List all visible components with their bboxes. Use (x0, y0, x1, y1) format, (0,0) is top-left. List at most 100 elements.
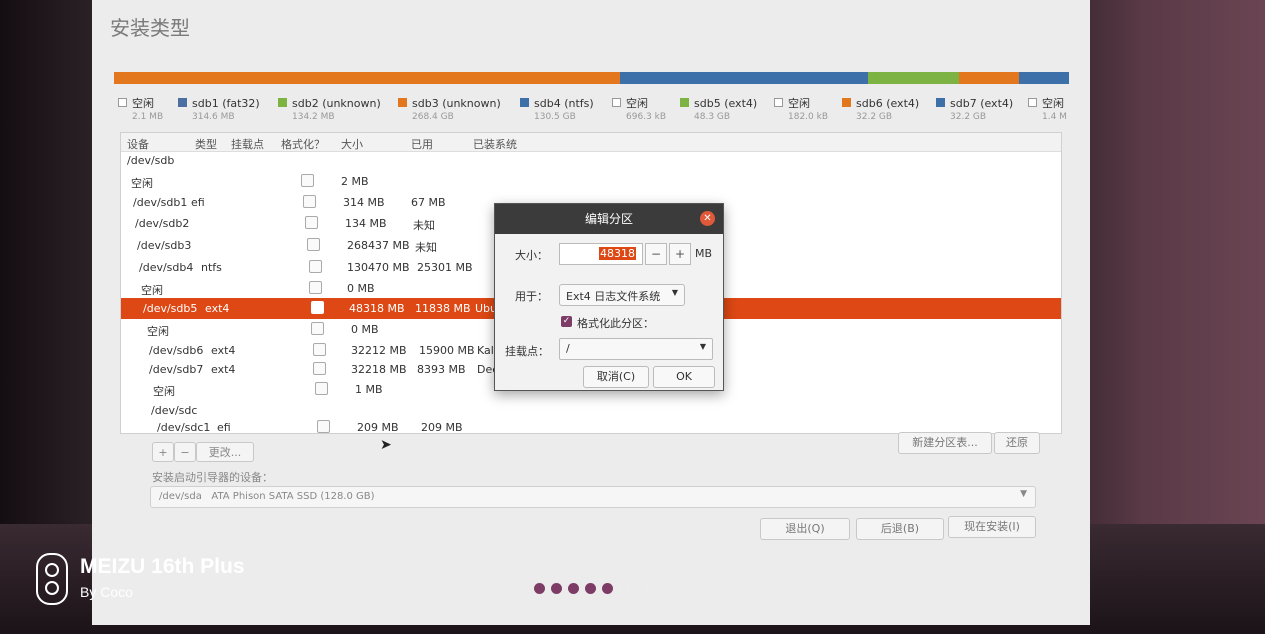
legend-item: 空闲 1.4 M (1028, 92, 1067, 122)
format-checkbox[interactable] (313, 343, 326, 356)
chevron-down-icon: ▼ (1020, 489, 1027, 499)
legend-item: sdb1 (fat32) 314.6 MB (178, 92, 260, 122)
format-checkbox[interactable] (303, 195, 316, 208)
format-checkbox[interactable] (309, 260, 322, 273)
cell-device: /dev/sdb3 (137, 239, 192, 252)
boot-loader-select[interactable]: /dev/sda ATA Phison SATA SSD (128.0 GB) … (150, 486, 1036, 508)
cell-used: 未知 (415, 241, 437, 254)
legend-swatch (178, 98, 187, 107)
format-checkbox[interactable] (311, 322, 324, 335)
cell-type: ext4 (211, 363, 236, 376)
format-checkbox[interactable] (309, 281, 322, 294)
cell-device: /dev/sdb5 (143, 302, 198, 315)
legend-size: 2.1 MB (132, 112, 164, 122)
cell-used: 11838 MB (415, 302, 471, 315)
cell-device: /dev/sdb2 (135, 217, 190, 230)
cell-used: 15900 MB (419, 344, 475, 357)
legend-size: 134.2 MB (292, 112, 335, 122)
cell-size: 32218 MB (351, 363, 407, 376)
partition-bar (114, 72, 1069, 84)
legend-name: 空闲 (626, 97, 648, 110)
close-icon[interactable]: ✕ (700, 211, 715, 226)
boot-device-text: /dev/sda ATA Phison SATA SSD (128.0 GB) (159, 491, 375, 502)
legend-swatch (118, 98, 127, 107)
size-label: 大小： (515, 249, 548, 262)
new-partition-table-button[interactable]: 新建分区表... (898, 432, 992, 454)
install-now-button[interactable]: 现在安装(I) (948, 516, 1036, 538)
cell-device: /dev/sdb4 (139, 261, 194, 274)
cell-size: 0 MB (351, 323, 379, 336)
progress-dot-done (585, 583, 596, 594)
ok-button[interactable]: OK (653, 366, 715, 388)
size-unit: MB (695, 247, 713, 260)
table-row[interactable]: /dev/sdb (121, 150, 1061, 171)
boot-device: /dev/sda (159, 491, 202, 502)
use-as-select[interactable]: Ext4 日志文件系统 ▼ (559, 284, 685, 306)
legend-item: 空闲 2.1 MB (118, 92, 163, 122)
legend-swatch (612, 98, 621, 107)
camera-icon (36, 553, 68, 605)
size-decrement-button[interactable]: − (645, 243, 667, 265)
watermark-sub: By Coco (80, 584, 133, 600)
quit-button[interactable]: 退出(Q) (760, 518, 850, 540)
cell-device: /dev/sdc (151, 404, 198, 417)
use-as-label: 用于： (515, 290, 548, 303)
legend-name: 空闲 (1042, 97, 1064, 110)
watermark-brand: MEIZU 16th Plus (80, 555, 245, 578)
progress-dot-pending (619, 583, 630, 594)
format-checkbox[interactable] (311, 301, 324, 314)
legend-size: 182.0 kB (788, 112, 829, 122)
legend-swatch (774, 98, 783, 107)
format-checkbox[interactable] (315, 382, 328, 395)
cell-device: /dev/sdb7 (149, 363, 204, 376)
legend-size: 32.2 GB (950, 112, 987, 122)
format-checkbox[interactable] (301, 174, 314, 187)
camera-watermark: MEIZU 16th Plus By Coco (36, 553, 266, 609)
cancel-button[interactable]: 取消(C) (583, 366, 649, 388)
cell-used: 8393 MB (417, 363, 466, 376)
legend-size: 268.4 GB (412, 112, 454, 122)
cell-used: 25301 MB (417, 261, 473, 274)
cell-size: 48318 MB (349, 302, 405, 315)
cell-type: ext4 (211, 344, 236, 357)
format-checkbox[interactable] (305, 216, 318, 229)
add-partition-button[interactable]: + (152, 442, 174, 462)
use-as-value: Ext4 日志文件系统 (566, 290, 661, 303)
size-value: 48318 (599, 247, 636, 260)
partition-bar-seg-sdb5 (868, 72, 960, 84)
format-checkbox[interactable] (317, 420, 330, 433)
mount-point-combo[interactable]: / ▼ (559, 338, 713, 360)
back-button[interactable]: 后退(B) (856, 518, 944, 540)
cell-device: 空闲 (153, 385, 175, 398)
dialog-title: 编辑分区 (495, 204, 723, 234)
cell-used: 67 MB (411, 196, 446, 209)
legend-swatch (278, 98, 287, 107)
mouse-pointer-icon: ➤ (380, 437, 392, 453)
format-checkbox[interactable] (313, 362, 326, 375)
cell-type: efi (217, 421, 231, 434)
legend-name: sdb4 (ntfs) (534, 97, 594, 110)
legend-name: sdb7 (ext4) (950, 97, 1014, 110)
legend-size: 48.3 GB (694, 112, 731, 122)
remove-partition-button[interactable]: − (174, 442, 196, 462)
legend-item: sdb3 (unknown) 268.4 GB (398, 92, 501, 122)
size-input[interactable]: 48318 (559, 243, 643, 265)
size-increment-button[interactable]: + (669, 243, 691, 265)
format-checkbox[interactable] (307, 238, 320, 251)
cell-type: ext4 (205, 302, 230, 315)
legend-name: sdb3 (unknown) (412, 97, 501, 110)
table-row[interactable]: 空闲 2 MB (121, 171, 1061, 192)
cell-size: 130470 MB (347, 261, 410, 274)
legend-name: 空闲 (132, 97, 154, 110)
format-partition-checkbox[interactable]: ✓ (561, 316, 572, 327)
legend-swatch (842, 98, 851, 107)
revert-button[interactable]: 还原 (994, 432, 1040, 454)
legend-size: 32.2 GB (856, 112, 893, 122)
progress-dot-pending (636, 583, 647, 594)
change-partition-button[interactable]: 更改... (196, 442, 254, 462)
legend-swatch (680, 98, 689, 107)
edit-partition-dialog: 编辑分区 ✕ 大小： 48318 − + MB 用于： Ext4 日志文件系统 … (494, 203, 724, 391)
cell-device: /dev/sdb6 (149, 344, 204, 357)
cell-used: 209 MB (421, 421, 463, 434)
legend-item: sdb6 (ext4) 32.2 GB (842, 92, 919, 122)
